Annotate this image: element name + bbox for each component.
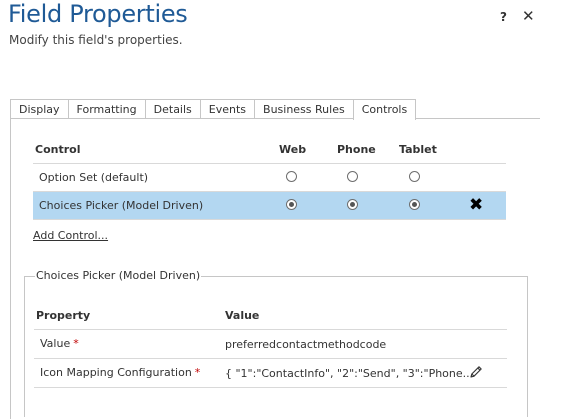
pencil-icon[interactable] (468, 364, 484, 380)
property-name-text: Icon Mapping Configuration (40, 366, 192, 379)
properties-group: Choices Picker (Model Driven) Property V… (24, 269, 528, 417)
dialog-title: Field Properties (8, 0, 188, 28)
control-row-choices-picker[interactable]: Choices Picker (Model Driven) ✖ (33, 192, 506, 220)
required-mark: * (73, 337, 79, 350)
tablet-radio[interactable] (409, 199, 420, 210)
web-radio[interactable] (286, 171, 297, 182)
tab-formatting[interactable]: Formatting (67, 99, 145, 119)
controls-panel: Control Web Phone Tablet Option Set (def… (10, 118, 540, 419)
tablet-radio[interactable] (409, 171, 420, 182)
property-name: Icon Mapping Configuration * (40, 366, 200, 379)
property-name-text: Value (40, 337, 71, 350)
tab-display[interactable]: Display (10, 99, 68, 119)
header-tablet: Tablet (399, 143, 437, 156)
property-row-value[interactable]: Value * preferredcontactmethodcode (34, 330, 507, 359)
remove-control-icon[interactable]: ✖ (469, 195, 483, 215)
properties-group-legend: Choices Picker (Model Driven) (35, 269, 202, 282)
header-property: Property (36, 309, 91, 322)
property-value: preferredcontactmethodcode (225, 338, 387, 351)
property-value: { "1":"ContactInfo", "2":"Send", "3":"Ph… (225, 367, 474, 380)
dialog-subtitle: Modify this field's properties. (9, 33, 183, 47)
required-mark: * (194, 366, 201, 379)
close-button[interactable]: ✕ (522, 7, 535, 25)
add-control-link[interactable]: Add Control... (33, 229, 108, 242)
tab-business-rules[interactable]: Business Rules (254, 99, 353, 119)
properties-table-header: Property Value (34, 303, 507, 330)
control-name: Option Set (default) (39, 171, 149, 184)
help-button[interactable]: ? (500, 10, 507, 24)
controls-table-header: Control Web Phone Tablet (33, 135, 506, 164)
header-web: Web (279, 143, 307, 156)
properties-table: Property Value Value * preferredcontactme… (34, 303, 507, 388)
header-phone: Phone (337, 143, 376, 156)
tab-details[interactable]: Details (144, 99, 200, 119)
phone-radio[interactable] (347, 199, 358, 210)
property-name: Value * (40, 337, 79, 350)
header-control: Control (35, 143, 81, 156)
web-radio[interactable] (286, 199, 297, 210)
property-row-icon-mapping[interactable]: Icon Mapping Configuration * { "1":"Conta… (34, 359, 507, 388)
controls-table: Control Web Phone Tablet Option Set (def… (33, 135, 506, 220)
header-value: Value (225, 309, 260, 322)
tab-bar: Display Formatting Details Events Busine… (10, 99, 417, 120)
tab-events[interactable]: Events (199, 99, 255, 119)
control-name: Choices Picker (Model Driven) (39, 199, 204, 212)
tab-controls[interactable]: Controls (352, 99, 417, 120)
phone-radio[interactable] (347, 171, 358, 182)
control-row-option-set[interactable]: Option Set (default) (33, 164, 506, 192)
